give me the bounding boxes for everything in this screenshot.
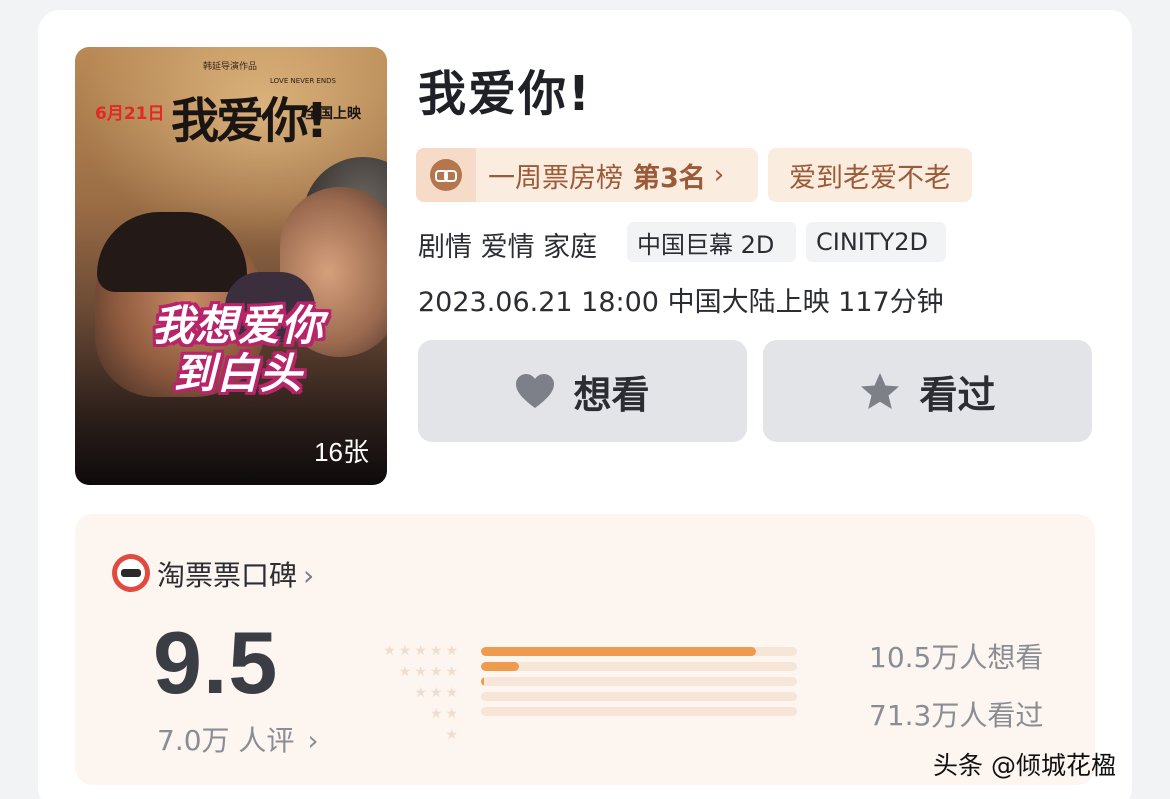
chevron-right-icon: › [303,559,315,592]
photo-count: 16张 [314,437,369,467]
poster-title: 我爱你! [171,93,328,149]
rating-bar-fill [481,662,519,671]
star-level-4: ★★★★ [398,664,461,680]
format-badge-imax: 中国巨幕 2D [627,222,796,262]
format-badge-cinity: CINITY2D [806,222,946,262]
star-level-5: ★★★★★ [383,643,461,659]
seen-count: 71.3万人看过 [869,699,1044,732]
logo-glasses [121,569,141,577]
rating-panel: 淘票票口碑 › 9.5 7.0万 人评 › ★★★★★ ★★★★ ★★★ ★★ ★ 10.… [75,514,1095,785]
rating-bar-fill [481,647,756,656]
tagline-tag[interactable]: 爱到老爱不老 [768,148,972,202]
chevron-right-icon: › [298,724,319,757]
poster-slogan-line1: 我想爱你 [151,301,324,350]
glasses-icon [430,159,462,191]
poster-director-text: 韩延导演作品 [203,62,258,72]
poster-slogan: 我想爱你 到白头 [103,302,373,398]
genres: 剧情 爱情 家庭 [418,232,598,263]
rating-bar-3-star [481,677,797,686]
rating-bar-2-star [481,692,797,701]
rating-votes-link[interactable]: 7.0万 人评 › [157,719,319,759]
watched-label: 看过 [919,372,996,417]
poster-release: 全国上映 [305,106,361,122]
rating-bar-5-star [481,647,797,656]
box-office-rank-tag[interactable]: 一周票房榜 第3名 › [416,148,758,202]
watermark: 头条 @倾城花楹 [933,751,1116,780]
rating-source-link[interactable]: 淘票票口碑 › [157,554,314,594]
star-level-3: ★★★ [414,685,461,701]
taopiaopiao-logo-icon [112,554,150,592]
rating-distribution [481,641,797,722]
want-to-watch-label: 想看 [573,372,650,417]
rating-votes: 7.0万 人评 [157,724,295,757]
rating-source: 淘票票口碑 [157,559,298,592]
watched-button[interactable]: 看过 [763,340,1092,442]
rank-value: 第3名 [633,162,706,194]
rating-bar-1-star [481,707,797,716]
chevron-right-icon: › [713,160,725,190]
star-level-1: ★ [445,727,461,743]
star-level-labels: ★★★★★ ★★★★ ★★★ ★★ ★ [371,641,461,746]
heart-icon [516,374,555,408]
rating-bar-fill [481,677,484,686]
movie-poster[interactable]: 韩延导演作品 6月21日 我爱你! LOVE NEVER ENDS 全国上映 我… [75,47,387,485]
star-icon [861,373,900,409]
rank-label: 一周票房榜 [488,162,623,194]
poster-slogan-line2: 到白头 [173,349,303,398]
movie-title: 我爱你! [418,66,592,122]
star-level-2: ★★ [429,706,461,722]
release-info: 2023.06.21 18:00 中国大陆上映 117分钟 [418,287,944,318]
poster-date: 6月21日 [95,104,165,124]
want-to-watch-button[interactable]: 想看 [418,340,747,442]
rating-bar-4-star [481,662,797,671]
poster-english-title: LOVE NEVER ENDS [270,77,336,85]
want-count: 10.5万人想看 [869,641,1044,674]
rating-score: 9.5 [153,613,279,712]
rank-icon-box [416,148,476,202]
